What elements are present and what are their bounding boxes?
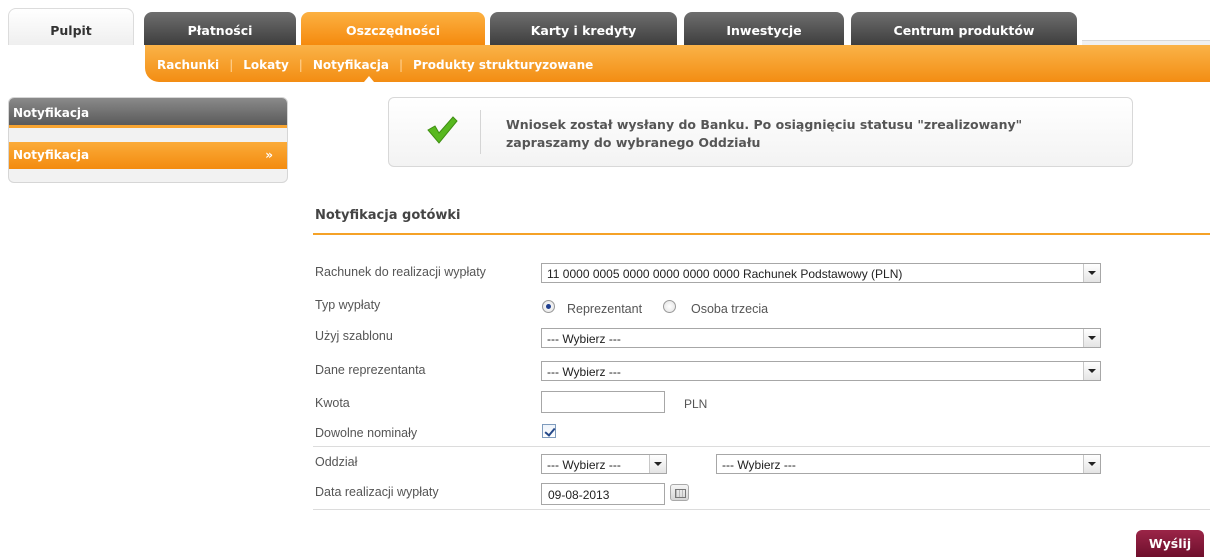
chevron-down-icon <box>649 455 666 473</box>
account-label: Rachunek do realizacji wypłaty <box>315 265 486 279</box>
chevron-down-icon <box>1083 362 1100 380</box>
amount-input[interactable] <box>541 391 665 413</box>
subnav-separator: | <box>398 58 404 72</box>
sidebar-heading: Notyfikacja <box>9 98 287 128</box>
submit-button[interactable]: Wyślij <box>1136 530 1204 557</box>
form-title: Notyfikacja gotówki <box>315 208 461 223</box>
section-underline <box>313 233 1210 235</box>
check-icon <box>426 115 458 148</box>
subnav-item-lokaty[interactable]: Lokaty <box>243 58 289 72</box>
chevron-down-icon <box>1083 329 1100 347</box>
radio-osoba-trzecia-label: Osoba trzecia <box>691 302 769 316</box>
sidebar-item-notyfikacja[interactable]: Notyfikacja » <box>9 142 287 169</box>
tab-oszczednosci[interactable]: Oszczędności <box>301 12 485 45</box>
active-subnav-pointer <box>364 76 374 82</box>
tab-centrum-produktow[interactable]: Centrum produktów <box>851 12 1077 45</box>
message-line-1: Wniosek został wysłany do Banku. Po osią… <box>506 117 1023 132</box>
sub-navigation: Rachunki | Lokaty | Notyfikacja | Produk… <box>0 45 1210 82</box>
representative-select-value: --- Wybierz --- <box>547 365 621 379</box>
message-line-2: zapraszamy do wybranego Oddziału <box>506 135 761 150</box>
branch-label: Oddział <box>315 455 358 469</box>
representative-label: Dane reprezentanta <box>315 363 426 377</box>
amount-unit: PLN <box>684 397 708 411</box>
main-tabs: Pulpit Płatności Oszczędności Karty i kr… <box>0 0 1210 45</box>
branch-select-2[interactable]: --- Wybierz --- <box>716 454 1101 474</box>
date-label: Data realizacji wypłaty <box>315 485 439 499</box>
tab-inwestycje[interactable]: Inwestycje <box>684 12 844 45</box>
tab-karty-i-kredyty[interactable]: Karty i kredyty <box>490 12 677 45</box>
chevron-down-icon <box>1083 264 1100 282</box>
subnav-item-rachunki[interactable]: Rachunki <box>157 58 219 72</box>
branch-select-2-value: --- Wybierz --- <box>722 458 796 472</box>
representative-select[interactable]: --- Wybierz --- <box>541 361 1101 381</box>
amount-label: Kwota <box>315 396 350 410</box>
date-input[interactable]: 09-08-2013 <box>541 483 665 505</box>
radio-reprezentant-label: Reprezentant <box>567 302 643 316</box>
sidebar: Notyfikacja Notyfikacja » <box>8 97 288 183</box>
row-divider <box>313 509 1210 510</box>
message-text: Wniosek został wysłany do Banku. Po osią… <box>506 116 1106 152</box>
double-chevron-right-icon: » <box>265 148 273 162</box>
radio-osoba-trzecia[interactable] <box>663 300 676 313</box>
message-divider <box>480 110 481 154</box>
subnav-item-notyfikacja[interactable]: Notyfikacja <box>313 58 389 72</box>
sidebar-item-label: Notyfikacja <box>13 148 90 162</box>
success-message: Wniosek został wysłany do Banku. Po osią… <box>388 97 1133 167</box>
subnav-items: Rachunki | Lokaty | Notyfikacja | Produk… <box>157 58 593 72</box>
template-select-value: --- Wybierz --- <box>547 332 621 346</box>
subnav-item-produkty-strukturyzowane[interactable]: Produkty strukturyzowane <box>413 58 593 72</box>
branch-select-1[interactable]: --- Wybierz --- <box>541 454 667 474</box>
account-select-value: 11 0000 0005 0000 0000 0000 0000 Rachune… <box>547 267 903 281</box>
subnav-separator: | <box>298 58 303 72</box>
chevron-down-icon <box>1083 455 1100 473</box>
calendar-icon[interactable] <box>670 484 689 501</box>
denominations-label: Dowolne nominały <box>315 426 418 440</box>
payout-type-label: Typ wypłaty <box>315 298 381 312</box>
tab-pulpit[interactable]: Pulpit <box>8 8 134 45</box>
subnav-separator: | <box>229 58 234 72</box>
radio-reprezentant[interactable] <box>542 300 555 313</box>
branch-select-1-value: --- Wybierz --- <box>547 458 621 472</box>
account-select[interactable]: 11 0000 0005 0000 0000 0000 0000 Rachune… <box>541 263 1101 283</box>
row-divider <box>313 446 1210 447</box>
template-label: Użyj szablonu <box>315 329 393 343</box>
tab-platnosci[interactable]: Płatności <box>144 12 296 45</box>
template-select[interactable]: --- Wybierz --- <box>541 328 1101 348</box>
denominations-checkbox[interactable] <box>542 424 556 438</box>
